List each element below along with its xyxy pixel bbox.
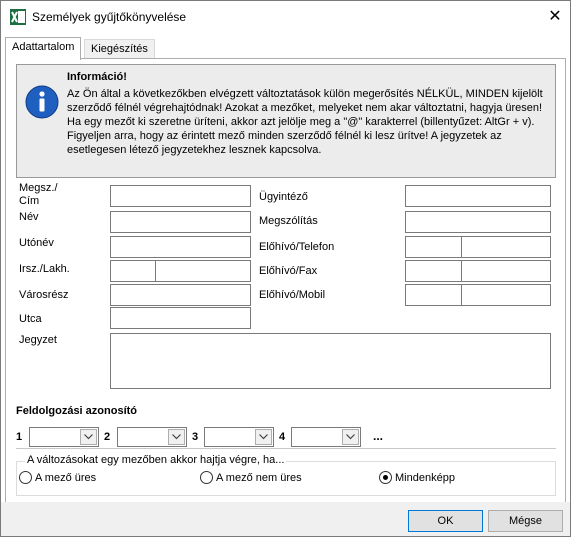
execution-mode-group: A változásokat egy mezőben akkor hajtja … xyxy=(16,454,556,496)
dialog-body: Adattartalom Kiegészítés Információ! Az … xyxy=(1,31,570,532)
processing-number-4: 4 xyxy=(279,431,286,443)
radio-label: A mező nem üres xyxy=(216,471,302,484)
excel-app-icon xyxy=(10,9,26,25)
fax-korzet-input[interactable] xyxy=(405,260,462,282)
label-megsz-cim: Megsz./ Cím xyxy=(19,182,58,208)
info-icon xyxy=(25,85,59,119)
utonev-input[interactable] xyxy=(110,236,251,258)
info-line: esetlegesen létező jegyzetekhez lesznek … xyxy=(67,144,322,156)
chevron-down-icon xyxy=(342,429,359,445)
info-box: Információ! Az Ön által a következőkben … xyxy=(16,64,556,178)
processing-number-2: 2 xyxy=(104,431,111,443)
jegyzet-textarea[interactable] xyxy=(110,333,551,389)
info-text: Az Ön által a következőkben elvégzett vá… xyxy=(67,87,551,157)
radio-mezo-nem-ures[interactable]: A mező nem üres xyxy=(200,471,302,484)
mobil-szam-input[interactable] xyxy=(461,284,551,306)
radio-circle-checked xyxy=(379,471,392,484)
info-title: Információ! xyxy=(67,71,127,83)
label-nev: Név xyxy=(19,211,39,223)
radio-label: A mező üres xyxy=(35,471,97,484)
label-varosresz: Városrész xyxy=(19,289,69,301)
label-ugyintezo: Ügyintéző xyxy=(259,191,308,203)
megsz-cim-input[interactable] xyxy=(110,185,251,207)
label-utonev: Utónév xyxy=(19,237,54,249)
dialog-footer: OK Mégse xyxy=(1,502,570,536)
label-jegyzet: Jegyzet xyxy=(19,334,57,346)
title-bar: Személyek gyűjtőkönyvelése ✕ xyxy=(1,1,570,31)
label-telefon: Előhívó/Telefon xyxy=(259,241,335,253)
tab-panel: Információ! Az Ön által a következőkben … xyxy=(5,58,566,532)
label-megsz: Megsz./ xyxy=(19,182,58,194)
label-mobil: Előhívó/Mobil xyxy=(259,289,326,301)
ok-button[interactable]: OK xyxy=(408,510,483,532)
cancel-button[interactable]: Mégse xyxy=(488,510,563,532)
label-fax: Előhívó/Fax xyxy=(259,265,318,277)
chevron-down-icon xyxy=(255,429,272,445)
more-ids-ellipsis[interactable]: ... xyxy=(373,429,383,443)
label-cim: Cím xyxy=(19,195,40,207)
telefon-szam-input[interactable] xyxy=(461,236,551,258)
label-utca: Utca xyxy=(19,313,42,325)
info-line: Figyeljen arra, hogy az érintett mező mi… xyxy=(67,130,502,142)
tab-adattartalom[interactable]: Adattartalom xyxy=(5,37,82,60)
fax-szam-input[interactable] xyxy=(461,260,551,282)
label-irsz-lakh: Irsz./Lakh. xyxy=(19,263,70,275)
info-line: Az Ön által a következőkben elvégzett vá… xyxy=(67,88,543,100)
utca-input[interactable] xyxy=(110,307,251,329)
nev-input[interactable] xyxy=(110,211,251,233)
processing-id-1-select[interactable] xyxy=(29,427,99,447)
chevron-down-icon xyxy=(80,429,97,445)
processing-title: Feldolgozási azonosító xyxy=(16,405,138,417)
radio-circle xyxy=(200,471,213,484)
radio-label: Mindenképp xyxy=(395,471,455,484)
info-line: Ha egy mezőt ki szeretne üríteni, akkor … xyxy=(67,116,535,128)
mobil-korzet-input[interactable] xyxy=(405,284,462,306)
execution-mode-legend: A változásokat egy mezőben akkor hajtja … xyxy=(25,454,287,466)
close-icon: ✕ xyxy=(548,8,562,25)
radio-mezo-ures[interactable]: A mező üres xyxy=(19,471,96,484)
processing-id-2-select[interactable] xyxy=(117,427,187,447)
dialog-window: Személyek gyűjtőkönyvelése ✕ Adattartalo… xyxy=(0,0,571,537)
tab-label: Adattartalom xyxy=(12,41,75,53)
window-title: Személyek gyűjtőkönyvelése xyxy=(32,10,187,24)
tab-label: Kiegészítés xyxy=(91,43,148,55)
processing-id-3-select[interactable] xyxy=(204,427,274,447)
radio-circle xyxy=(19,471,32,484)
tab-kiegeszites[interactable]: Kiegészítés xyxy=(84,39,155,59)
telefon-korzet-input[interactable] xyxy=(405,236,462,258)
processing-id-4-select[interactable] xyxy=(291,427,361,447)
irsz-input[interactable] xyxy=(110,260,156,282)
radio-mindenkepp[interactable]: Mindenképp xyxy=(379,471,455,484)
close-button[interactable]: ✕ xyxy=(543,5,567,27)
chevron-down-icon xyxy=(168,429,185,445)
lakhely-input[interactable] xyxy=(155,260,251,282)
info-line: szerződő félnél végrehajtódnak! Azokat a… xyxy=(67,102,543,114)
section-divider xyxy=(16,448,556,449)
megszolitas-input[interactable] xyxy=(405,211,551,233)
processing-number-3: 3 xyxy=(192,431,199,443)
label-megszolitas: Megszólítás xyxy=(259,215,318,227)
ugyintezo-input[interactable] xyxy=(405,185,551,207)
processing-number-1: 1 xyxy=(16,431,23,443)
varosresz-input[interactable] xyxy=(110,284,251,306)
